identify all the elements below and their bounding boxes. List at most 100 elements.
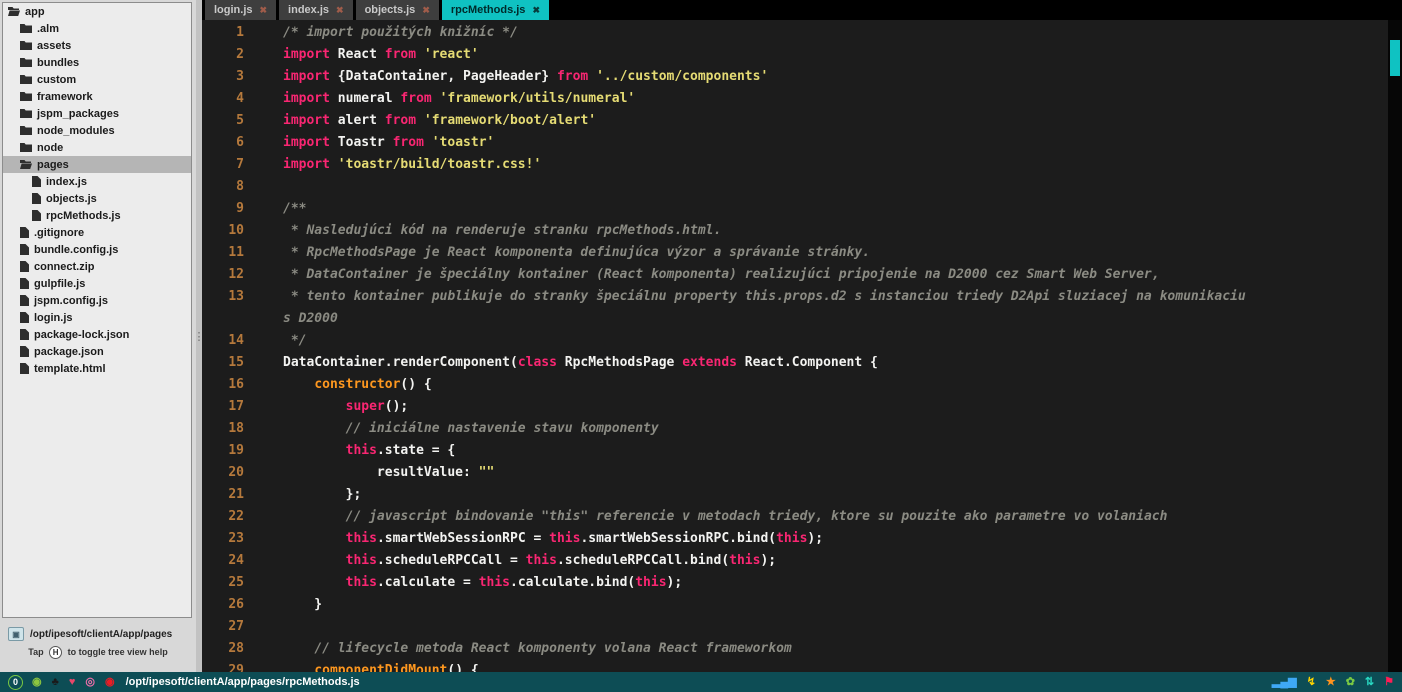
code-token [283, 575, 346, 590]
code-line: 10 * Nasledujúci kód na renderuje strank… [202, 220, 1388, 242]
code-line: 7import 'toastr/build/toastr.css!' [202, 154, 1388, 176]
code-token [283, 553, 346, 568]
arrows-icon[interactable]: ⇅ [1365, 677, 1374, 688]
tree-item-index.js[interactable]: index.js [3, 173, 191, 190]
tree-item-objects.js[interactable]: objects.js [3, 190, 191, 207]
code-token: */ [283, 333, 306, 348]
tab-label: rpcMethods.js [451, 4, 526, 16]
code-line: 24 this.scheduleRPCCall = this.scheduleR… [202, 550, 1388, 572]
code-token: // lifecycle metoda React komponenty vol… [314, 641, 791, 656]
code-text: this.state = { [258, 440, 455, 462]
code-token: import [283, 135, 330, 150]
star-icon[interactable]: ★ [1326, 677, 1336, 688]
code-token [283, 641, 314, 656]
tree-item-jspm_packages[interactable]: jspm_packages [3, 105, 191, 122]
tree-item-label: template.html [34, 363, 106, 375]
tree-item-node_modules[interactable]: node_modules [3, 122, 191, 139]
tab-index.js[interactable]: index.js✖ [279, 0, 353, 20]
code-token: import [283, 113, 330, 128]
tree-item-node[interactable]: node [3, 139, 191, 156]
tree-item-jspm.config.js[interactable]: jspm.config.js [3, 292, 191, 309]
tree-item-custom[interactable]: custom [3, 71, 191, 88]
code-text: * DataContainer je špeciálny kontainer (… [258, 264, 1160, 286]
code-token: 'framework/utils/numeral' [440, 91, 636, 106]
folder-icon [20, 24, 32, 33]
tree-item-bundle.config.js[interactable]: bundle.config.js [3, 241, 191, 258]
tab-close-icon[interactable]: ✖ [336, 5, 344, 16]
lightning-icon[interactable]: ↯ [1307, 677, 1316, 688]
tree-item-package-lock.json[interactable]: package-lock.json [3, 326, 191, 343]
tree-item-rpcMethods.js[interactable]: rpcMethods.js [3, 207, 191, 224]
plugin-owl-icon[interactable]: ◎ [85, 677, 95, 688]
code-line: 27 [202, 616, 1388, 638]
line-number: 29 [202, 660, 258, 672]
code-token: super [346, 399, 385, 414]
code-line: 14 */ [202, 330, 1388, 352]
code-text: // lifecycle metoda React komponenty vol… [258, 638, 792, 660]
tab-objects.js[interactable]: objects.js✖ [356, 0, 439, 20]
editor-scrollbar[interactable] [1388, 20, 1402, 672]
code-line: 21 }; [202, 484, 1388, 506]
tree-item-framework[interactable]: framework [3, 88, 191, 105]
code-token: React.Component { [737, 355, 878, 370]
line-number: 7 [202, 154, 258, 176]
code-token: from [385, 113, 416, 128]
folder-open-icon [8, 7, 20, 16]
code-line: 20 resultValue: "" [202, 462, 1388, 484]
tree-item-.gitignore[interactable]: .gitignore [3, 224, 191, 241]
code-token: this [776, 531, 807, 546]
code-token: from [385, 47, 416, 62]
tree-item-login.js[interactable]: login.js [3, 309, 191, 326]
code-token: import [283, 47, 330, 62]
plugin-tree-icon[interactable]: ♣ [52, 677, 59, 688]
tab-close-icon[interactable]: ✖ [260, 5, 268, 16]
line-number: 24 [202, 550, 258, 572]
folder-icon [20, 92, 32, 101]
code-line: 29 componentDidMount() { [202, 660, 1388, 672]
chart-icon[interactable]: ▂▄▆ [1272, 677, 1297, 688]
plugin-heart-icon[interactable]: ♥ [69, 677, 76, 688]
tree-item-label: node_modules [37, 125, 115, 137]
code-token: numeral [330, 91, 400, 106]
tree-item-package.json[interactable]: package.json [3, 343, 191, 360]
code-token: this [635, 575, 666, 590]
tab-login.js[interactable]: login.js✖ [205, 0, 276, 20]
tab-close-icon[interactable]: ✖ [532, 5, 540, 16]
file-icon [20, 261, 29, 272]
plugin-circle-icon[interactable]: ◉ [32, 677, 42, 688]
tree-item-bundles[interactable]: bundles [3, 54, 191, 71]
line-number: 17 [202, 396, 258, 418]
tree-item-label: jspm_packages [37, 108, 119, 120]
line-number: 25 [202, 572, 258, 594]
code-text: componentDidMount() { [258, 660, 479, 672]
tree-item-template.html[interactable]: template.html [3, 360, 191, 377]
tree-item-assets[interactable]: assets [3, 37, 191, 54]
code-editor[interactable]: 1/* import použitých knižníc */2import R… [202, 20, 1388, 672]
tree-item-app[interactable]: app [3, 3, 191, 20]
flag-icon[interactable]: ⚑ [1384, 677, 1394, 688]
tree-item-pages[interactable]: pages [3, 156, 191, 173]
tree-item-label: package-lock.json [34, 329, 129, 341]
tab-rpcMethods.js[interactable]: rpcMethods.js ✖ [442, 0, 549, 20]
code-token [283, 509, 346, 524]
scrollbar-thumb[interactable] [1390, 40, 1400, 76]
flower-icon[interactable]: ✿ [1346, 677, 1355, 688]
tree-item-gulpfile.js[interactable]: gulpfile.js [3, 275, 191, 292]
tree-item-connect.zip[interactable]: connect.zip [3, 258, 191, 275]
tree-item-label: connect.zip [34, 261, 95, 273]
tree-item-label: index.js [46, 176, 87, 188]
code-token: // iniciálne nastavenie stavu komponenty [346, 421, 659, 436]
tab-close-icon[interactable]: ✖ [422, 5, 430, 16]
code-token: 'framework/boot/alert' [424, 113, 596, 128]
code-text: this.smartWebSessionRPC = this.smartWebS… [258, 528, 823, 550]
code-token: .scheduleRPCCall.bind( [557, 553, 729, 568]
folder-icon [20, 75, 32, 84]
code-token: DataContainer.renderComponent( [283, 355, 518, 370]
code-line: 11 * RpcMethodsPage je React komponenta … [202, 242, 1388, 264]
tree-item-.alm[interactable]: .alm [3, 20, 191, 37]
tree-item-label: .alm [37, 23, 59, 35]
code-line: 3import {DataContainer, PageHeader} from… [202, 66, 1388, 88]
line-number: 12 [202, 264, 258, 286]
plugin-target-icon[interactable]: ◉ [105, 677, 115, 688]
code-token: this [549, 531, 580, 546]
